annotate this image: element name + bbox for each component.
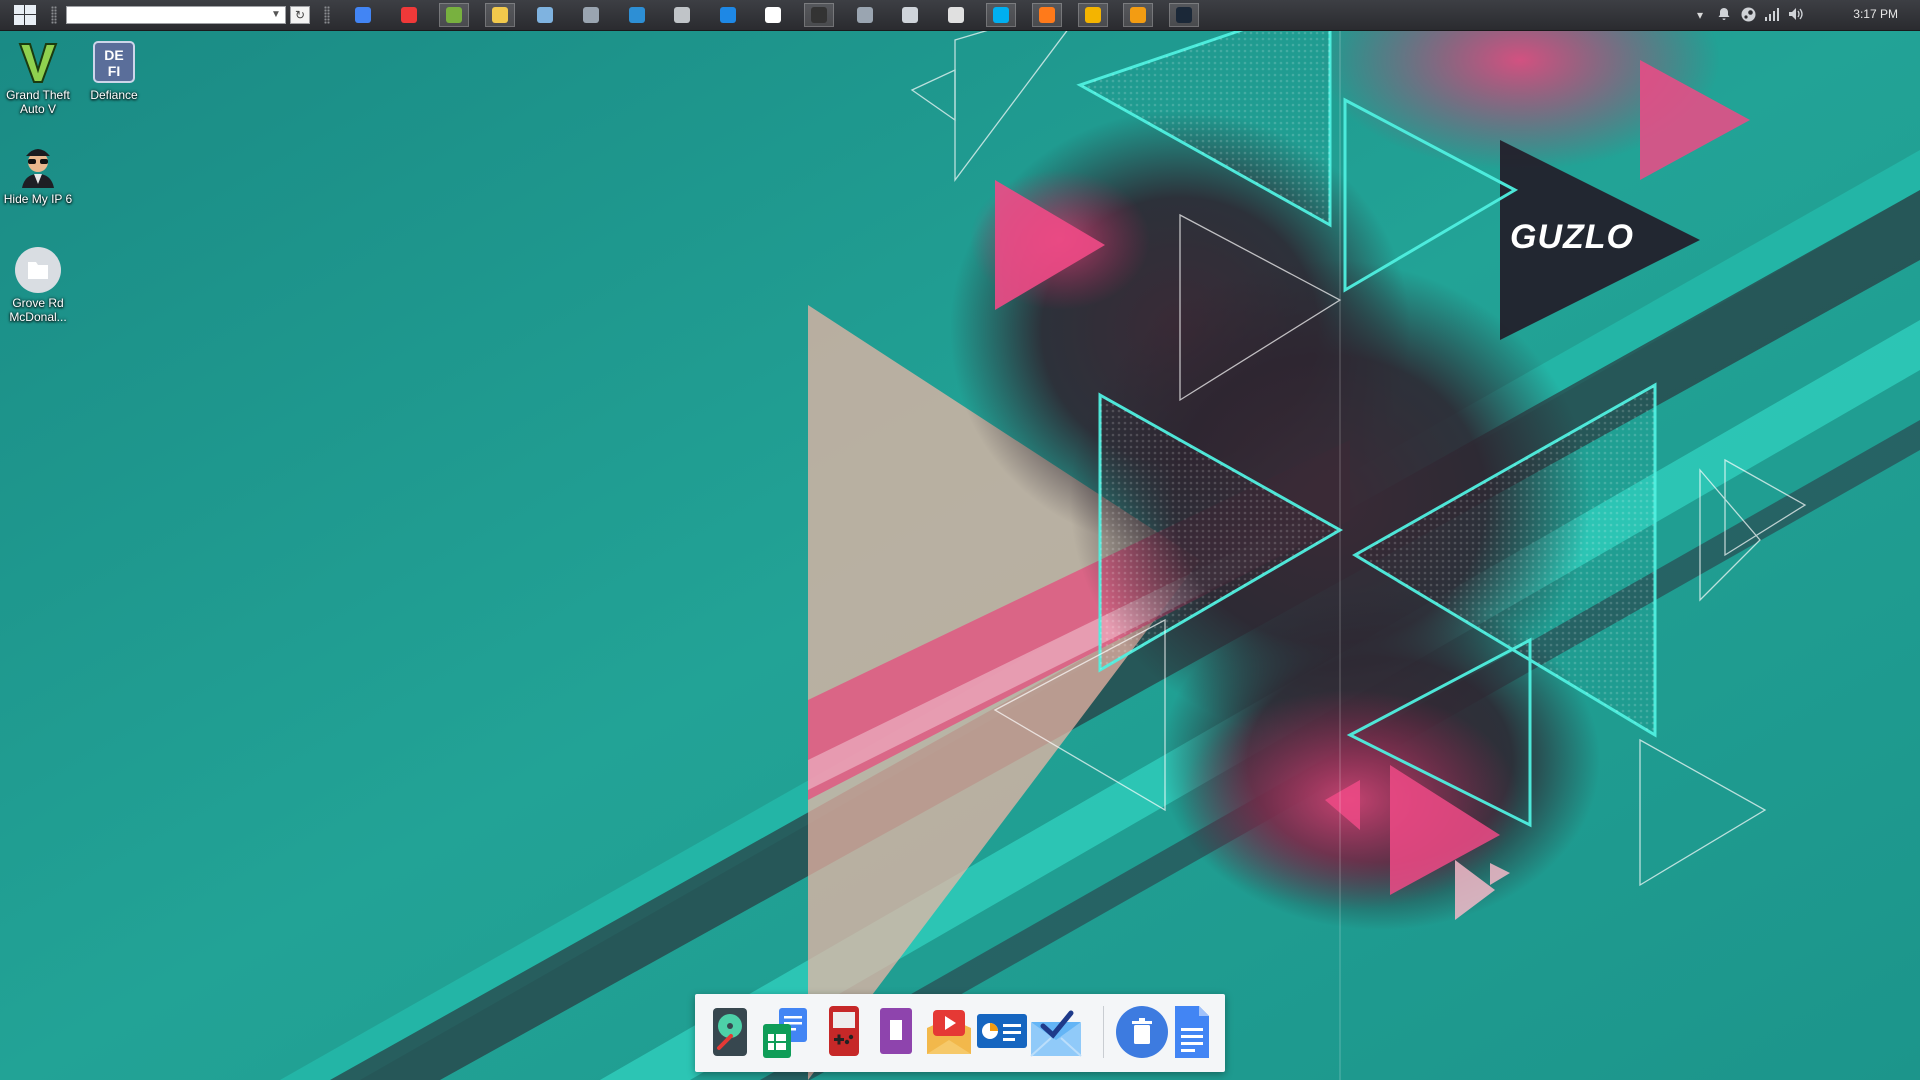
address-refresh-button[interactable]: ↻: [290, 6, 310, 24]
trash-icon: [1116, 1006, 1168, 1058]
steam-tray-icon[interactable]: [1740, 7, 1756, 23]
taskbar-clock[interactable]: 3:17 PM: [1853, 7, 1898, 21]
logitech-g-icon: [765, 7, 782, 23]
system-tray: ▾ 3:17 PM: [1690, 0, 1920, 30]
media-player-icon: [1130, 7, 1147, 23]
taskbar-app-steam[interactable]: [1168, 3, 1199, 27]
gta-v-shortcut[interactable]: Grand Theft Auto V: [0, 38, 76, 116]
chrome-canary-icon: [1084, 7, 1101, 23]
chevron-up-icon[interactable]: ▾: [1692, 7, 1708, 23]
folder-icon: [14, 246, 62, 294]
taskbar-app-skype[interactable]: [986, 3, 1017, 27]
burn-app-icon: [1039, 7, 1055, 23]
video-clip-icon: [880, 1008, 912, 1054]
taskbar-app-headphones-app[interactable]: [850, 3, 880, 27]
dock-video-clip[interactable]: [873, 1004, 919, 1060]
dock-trash[interactable]: [1115, 1004, 1168, 1060]
notification-bell-icon[interactable]: [1716, 7, 1732, 23]
volume-icon[interactable]: [1788, 7, 1804, 23]
desktop-wallpaper: GUZLO: [0, 0, 1920, 1080]
utorrent-icon: [446, 7, 463, 23]
dock-google-docs[interactable]: [1169, 1004, 1215, 1060]
gameboy-icon: [829, 1006, 859, 1056]
dock-slides-presentation[interactable]: [975, 1004, 1027, 1060]
desktop-icon-label: Grand Theft Auto V: [6, 88, 70, 116]
chrome-icon: [355, 7, 371, 23]
defiance-logo-icon: DE FI: [90, 38, 138, 86]
start-button[interactable]: [14, 5, 36, 25]
taskbar-app-utorrent[interactable]: [439, 3, 470, 27]
dock-sheets-docs[interactable]: [759, 1004, 807, 1060]
taskbar-app-pen-app[interactable]: [530, 3, 560, 27]
desktop-icon-label: Grove Rd McDonal...: [9, 296, 67, 324]
address-toolbar-input[interactable]: [66, 6, 286, 24]
image-viewer-icon: [583, 7, 599, 23]
taskbar-app-file-explorer[interactable]: [484, 3, 515, 27]
dock-youtube-player[interactable]: [923, 1004, 971, 1060]
taskbar-app-burn-app[interactable]: [1032, 3, 1062, 27]
dock-separator: [1103, 1006, 1104, 1058]
taskbar-app-teamviewer[interactable]: [713, 3, 743, 27]
mail-icon: [947, 7, 964, 23]
defiance-shortcut[interactable]: DE FI Defiance: [76, 38, 152, 102]
google-docs-icon: [1175, 1006, 1209, 1058]
dock-gameboy[interactable]: [821, 1004, 867, 1060]
alienware-icon: [902, 7, 919, 23]
app-dock: [695, 994, 1225, 1072]
disk-cleaner-icon: [713, 1008, 747, 1056]
toolbar-grip[interactable]: [51, 6, 57, 24]
svg-text:FI: FI: [108, 63, 120, 79]
settings-app-icon: [628, 7, 645, 23]
taskbar-app-logitech-g[interactable]: [758, 3, 788, 27]
youtube-player-icon: [927, 1010, 971, 1054]
desktop-icon-label: Defiance: [90, 88, 138, 102]
teamviewer-icon: [719, 7, 736, 23]
folder-shortcut[interactable]: Grove Rd McDonal...: [0, 246, 76, 324]
wallpaper-logo: GUZLO: [1510, 218, 1634, 256]
desktop-icon-label: Hide My IP 6: [3, 192, 73, 206]
slides-presentation-icon: [977, 1014, 1027, 1048]
toolbar-grip[interactable]: [324, 6, 330, 24]
hide-my-ip-shortcut[interactable]: Hide My IP 6: [0, 142, 76, 206]
dock-disk-cleaner[interactable]: [707, 1004, 753, 1060]
taskbar-app-terminal-app[interactable]: [804, 3, 834, 27]
gamepad-app-icon: [674, 7, 691, 23]
headphones-app-icon: [856, 7, 873, 23]
taskbar-app-image-viewer[interactable]: [576, 3, 606, 27]
inbox-mail-icon: [1030, 1010, 1082, 1057]
address-dropdown-button[interactable]: ▼: [270, 8, 282, 22]
taskbar-app-chrome[interactable]: [348, 3, 378, 27]
gta-v-logo-icon: [14, 38, 62, 86]
skype-icon: [993, 7, 1010, 23]
pen-app-icon: [537, 7, 554, 23]
svg-text:DE: DE: [104, 47, 123, 63]
taskbar-app-chrome-canary[interactable]: [1077, 3, 1108, 27]
steam-icon: [1175, 7, 1192, 23]
taskbar-app-gamepad-app[interactable]: [667, 3, 697, 27]
windows-logo-icon: [14, 5, 36, 25]
vivaldi-icon: [400, 7, 417, 23]
taskbar-app-mail[interactable]: [941, 3, 971, 27]
taskbar: ▼ ↻ ▾ 3:17 PM: [0, 0, 1920, 31]
taskbar-app-settings-app[interactable]: [622, 3, 652, 27]
chevron-down-icon: ▼: [271, 9, 281, 20]
google-sheets-docs-icon: [763, 1008, 807, 1058]
taskbar-app-vivaldi[interactable]: [394, 3, 424, 27]
network-signal-icon[interactable]: [1764, 7, 1780, 23]
taskbar-app-media-player[interactable]: [1123, 3, 1154, 27]
terminal-app-icon: [811, 7, 827, 23]
refresh-icon: ↻: [294, 8, 306, 22]
file-explorer-icon: [491, 7, 508, 23]
taskbar-app-alienware[interactable]: [895, 3, 925, 27]
spy-man-icon: [14, 142, 62, 190]
dock-inbox-mail[interactable]: [1029, 1004, 1082, 1060]
